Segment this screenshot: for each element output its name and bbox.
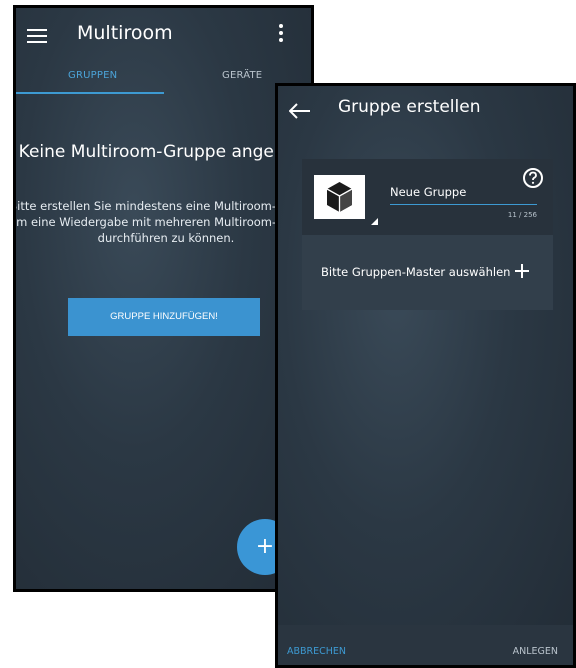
tab-gruppen[interactable]: GRUPPEN	[68, 70, 117, 81]
hamburger-icon[interactable]	[27, 29, 47, 43]
logo-dropdown-indicator	[371, 218, 378, 225]
group-logo[interactable]	[314, 175, 365, 219]
help-circle-icon[interactable]	[522, 167, 544, 189]
app-bar: Multiroom	[16, 8, 311, 64]
plus-icon[interactable]	[514, 263, 530, 279]
tab-geraete[interactable]: GERÄTE	[222, 70, 262, 81]
page-title: Gruppe erstellen	[338, 97, 481, 117]
speaker-cube-icon	[326, 182, 353, 212]
create-button[interactable]: ANLEGEN	[513, 646, 558, 657]
group-header: 11 / 256	[302, 159, 553, 235]
group-name-input[interactable]	[390, 185, 532, 199]
group-card: 11 / 256 Bitte Gruppen-Master auswählen	[302, 159, 553, 310]
bottom-action-bar: ABBRECHEN ANLEGEN	[278, 625, 573, 665]
master-select-label[interactable]: Bitte Gruppen-Master auswählen	[321, 265, 510, 279]
cancel-button[interactable]: ABBRECHEN	[287, 646, 346, 657]
active-tab-indicator	[16, 92, 164, 94]
empty-state-message: Bitte erstellen Sie mindestens eine Mult…	[13, 199, 314, 245]
add-group-button[interactable]: GRUPPE HINZUFÜGEN!	[68, 298, 260, 336]
app-bar: Gruppe erstellen	[278, 86, 573, 136]
arrow-back-icon[interactable]	[289, 103, 311, 119]
multiroom-screen: Multiroom GRUPPEN GERÄTE Keine Multiroom…	[13, 5, 314, 592]
page-title: Multiroom	[77, 22, 173, 44]
char-counter: 11 / 256	[507, 211, 537, 219]
add-icon: +	[255, 534, 275, 559]
input-underline	[390, 204, 537, 205]
create-group-screen: Gruppe erstellen 11 / 256 Bitte Gru	[275, 83, 576, 668]
more-vert-icon[interactable]	[277, 24, 285, 44]
empty-state-title: Keine Multiroom-Gruppe angelegt!	[18, 142, 314, 162]
